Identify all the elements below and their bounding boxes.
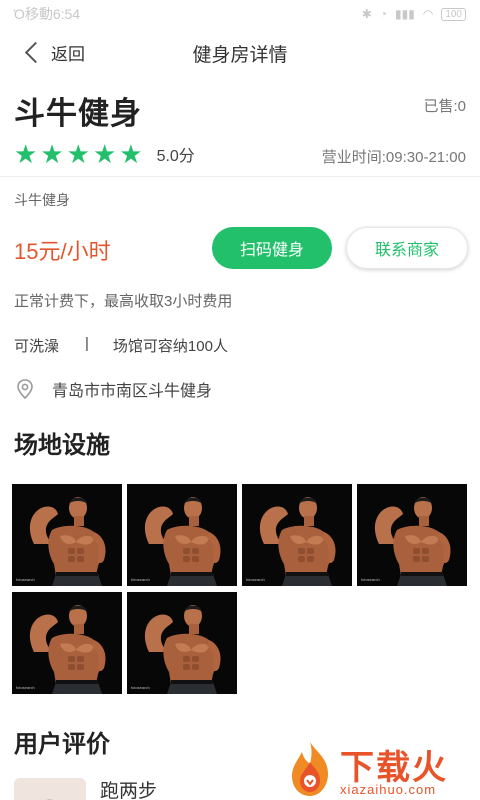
watermark: 下载火 xiazaihuo.com [282,738,476,800]
status-icons: ✱ ◔ ▮▮▮ ◠ 100 [362,7,466,21]
location-pin-icon [17,379,33,400]
business-hours: 营业时间:09:30-21:00 [321,149,466,166]
star-icon: ★ [40,139,64,169]
billing-note: 正常计费下，最高收取3小时费用 [14,293,233,310]
star-icon: ★ [119,139,143,169]
facility-photo[interactable] [242,484,352,586]
star-icon: ★ [14,139,38,169]
reviews-title: 用户评价 [14,731,110,758]
facility-photo[interactable] [12,592,122,694]
contact-merchant-button[interactable]: 联系商家 [346,227,468,269]
star-rating: ★ ★ ★ ★ ★ [14,141,143,167]
scan-to-exercise-button[interactable]: 扫码健身 [212,227,332,269]
rating-row: ★ ★ ★ ★ ★ 5.0分 [14,141,195,167]
star-icon: ★ [66,139,90,169]
facility-photo[interactable] [357,484,467,586]
address-text: 青岛市市南区斗牛健身 [52,383,213,400]
alarm-icon: ◔ [379,7,388,21]
facility-photo[interactable] [127,484,237,586]
amenities: 可洗澡 | 场馆可容纳100人 [14,335,228,356]
watermark-url: xiazaihuo.com [340,782,437,797]
nav-bar: 返回 健身房详情 [0,28,480,76]
amenity-separator: | [85,335,89,352]
signal-icon: ▮▮▮ [395,7,415,21]
wifi-icon: ◠ [422,7,434,21]
address-row[interactable]: 青岛市市南区斗牛健身 [14,377,212,401]
rating-score: 5.0分 [156,148,195,165]
gym-name: 斗牛健身 [14,96,142,131]
sold-count: 已售:0 [423,98,466,115]
flame-logo-icon [292,742,328,796]
facilities-title: 场地设施 [14,432,110,459]
gym-sub-name: 斗牛健身 [14,192,70,208]
price: 15元/小时 [14,239,111,264]
star-icon: ★ [92,139,117,169]
avatar[interactable] [14,778,86,800]
divider [0,176,480,177]
amenity-shower: 可洗澡 [14,338,60,355]
bluetooth-icon: ✱ [361,7,372,21]
status-bar: Ό移動6:54 ✱ ◔ ▮▮▮ ◠ 100 [0,0,480,28]
facility-photo[interactable] [12,484,122,586]
page-title: 健身房详情 [192,45,288,66]
facility-photo[interactable] [127,592,237,694]
status-time: Ό移動6:54 [14,6,81,22]
amenity-capacity: 场馆可容纳100人 [112,338,228,355]
battery-icon: 100 [441,7,466,21]
reviewer-name: 跑两步 [100,781,158,800]
